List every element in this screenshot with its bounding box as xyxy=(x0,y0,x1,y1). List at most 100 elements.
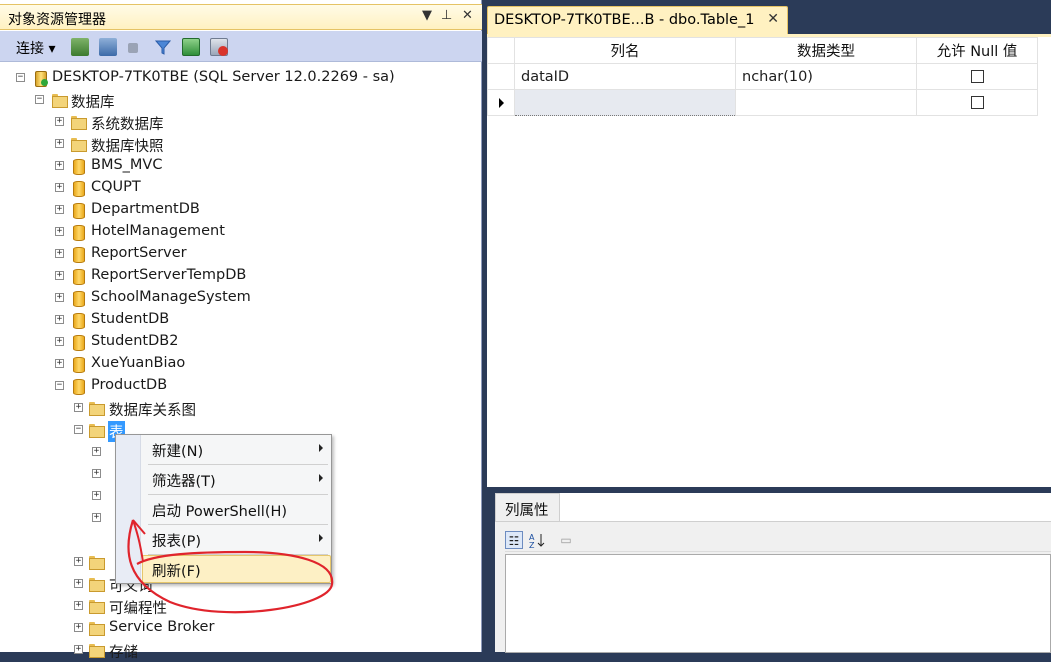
tree-node-databases[interactable]: − 数据库 xyxy=(33,89,233,111)
grid-header-row: 列名 数据类型 允许 Null 值 xyxy=(487,37,1038,64)
expand-icon[interactable]: + xyxy=(92,513,101,522)
column-properties-body: ☷ AZ ▭ xyxy=(495,521,1051,653)
column-name-cell[interactable]: dataID xyxy=(514,63,736,90)
expand-icon[interactable]: + xyxy=(74,601,83,610)
folder-icon xyxy=(88,554,105,570)
tree-node-item[interactable]: + BMS_MVC xyxy=(53,155,313,177)
column-properties-pane: 列属性 ☷ AZ ▭ xyxy=(495,493,1051,653)
column-name-cell[interactable] xyxy=(514,89,736,116)
allow-null-cell[interactable] xyxy=(916,63,1038,90)
table-row[interactable] xyxy=(487,89,1038,116)
tree-node-item[interactable]: + 系统数据库 xyxy=(53,111,313,133)
data-type-cell[interactable]: nchar(10) xyxy=(735,63,917,90)
tree-node-item[interactable]: + HotelManagement xyxy=(53,221,313,243)
allow-null-cell[interactable] xyxy=(916,89,1038,116)
row-header[interactable] xyxy=(487,89,515,116)
stop-icon[interactable] xyxy=(128,43,138,53)
table-designer: 列名 数据类型 允许 Null 值 dataID nchar(10) xyxy=(487,34,1051,487)
refresh-icon[interactable] xyxy=(182,38,200,56)
object-explorer-toolbar: 连接 ▾ xyxy=(0,31,482,62)
pin-icon[interactable]: ⊥ xyxy=(441,8,452,23)
allow-null-checkbox[interactable] xyxy=(970,96,984,109)
database-icon xyxy=(70,334,86,351)
tree-node-item[interactable]: + SchoolManageSystem xyxy=(53,287,313,309)
folder-icon xyxy=(70,114,87,130)
row-header-corner xyxy=(487,37,515,64)
object-explorer-pane: 对象资源管理器 ▼ ⊥ ✕ 连接 ▾ − DESKTOP-7TK0TBE (SQ… xyxy=(0,0,482,661)
tree-node-item[interactable]: + ReportServer xyxy=(53,243,313,265)
menu-item-filter[interactable]: 筛选器(T) xyxy=(142,465,331,493)
object-explorer-title: 对象资源管理器 xyxy=(8,12,106,28)
connect-server-icon[interactable] xyxy=(71,38,89,56)
database-icon xyxy=(70,378,86,395)
object-explorer-title-bar: 对象资源管理器 ▼ ⊥ ✕ xyxy=(0,4,482,30)
document-tab[interactable]: DESKTOP-7TK0TBE...B - dbo.Table_1 ✕ xyxy=(487,6,788,34)
row-header[interactable] xyxy=(487,63,515,90)
tab-column-properties[interactable]: 列属性 xyxy=(495,493,560,521)
expand-icon[interactable]: + xyxy=(92,491,101,500)
tree-node-server[interactable]: − DESKTOP-7TK0TBE (SQL Server 12.0.2269 … xyxy=(14,67,474,89)
expand-icon[interactable]: + xyxy=(55,139,64,148)
menu-item-reports[interactable]: 报表(P) xyxy=(142,525,331,553)
filter-icon[interactable] xyxy=(154,38,172,56)
expand-icon[interactable]: + xyxy=(74,557,83,566)
collapse-icon[interactable]: − xyxy=(74,425,83,434)
alphabetical-sort-icon[interactable]: AZ xyxy=(528,531,546,550)
expand-icon[interactable]: + xyxy=(55,271,64,280)
table-row[interactable]: dataID nchar(10) xyxy=(487,63,1038,90)
expand-icon[interactable]: + xyxy=(55,249,64,258)
tree-node-item[interactable]: + DepartmentDB xyxy=(53,199,313,221)
menu-item-new[interactable]: 新建(N) xyxy=(142,435,331,463)
disconnect-icon[interactable] xyxy=(99,38,117,56)
tree-node-item[interactable]: + StudentDB xyxy=(53,309,313,331)
expand-icon[interactable]: + xyxy=(55,227,64,236)
menu-item-start-powershell[interactable]: 启动 PowerShell(H) xyxy=(142,495,331,523)
allow-null-checkbox[interactable] xyxy=(970,70,984,83)
columns-grid: 列名 数据类型 允许 Null 值 dataID nchar(10) xyxy=(487,37,1038,116)
activity-monitor-icon[interactable] xyxy=(210,38,228,56)
expand-icon[interactable]: + xyxy=(55,183,64,192)
collapse-icon[interactable]: − xyxy=(16,73,25,82)
tree-node-programmability[interactable]: + 可编程性 xyxy=(72,595,272,617)
tree-node-item[interactable]: + StudentDB2 xyxy=(53,331,313,353)
tree-node-item[interactable]: + XueYuanBiao xyxy=(53,353,313,375)
svg-text:Z: Z xyxy=(529,541,535,549)
tree-node-item[interactable]: + ReportServerTempDB xyxy=(53,265,313,287)
connect-button[interactable]: 连接 ▾ xyxy=(16,38,55,58)
properties-toolbar: ☷ AZ ▭ xyxy=(505,528,1051,552)
expand-icon[interactable]: + xyxy=(55,161,64,170)
close-icon[interactable]: ✕ xyxy=(462,8,473,23)
collapse-icon[interactable]: − xyxy=(35,95,44,104)
expand-icon[interactable]: + xyxy=(74,623,83,632)
context-menu-gutter xyxy=(116,435,141,583)
menu-item-refresh[interactable]: 刷新(F) xyxy=(142,555,331,583)
submenu-arrow-icon xyxy=(319,444,323,452)
database-icon xyxy=(70,202,86,219)
tree-node-item[interactable]: + 数据库快照 xyxy=(53,133,313,155)
expand-icon[interactable]: + xyxy=(55,293,64,302)
tree-node-storage[interactable]: + 存储 xyxy=(72,639,272,661)
expand-icon[interactable]: + xyxy=(55,315,64,324)
collapse-icon[interactable]: − xyxy=(55,381,64,390)
expand-icon[interactable]: + xyxy=(55,117,64,126)
tree-node-item[interactable]: − ProductDB xyxy=(53,375,313,397)
expand-icon[interactable]: + xyxy=(55,205,64,214)
submenu-arrow-icon xyxy=(319,534,323,542)
tree-node-service-broker[interactable]: + Service Broker xyxy=(72,617,272,639)
expand-icon[interactable]: + xyxy=(55,359,64,368)
data-type-cell[interactable] xyxy=(735,89,917,116)
expand-icon[interactable]: + xyxy=(74,579,83,588)
dropdown-icon[interactable]: ▼ xyxy=(422,8,432,23)
expand-icon[interactable]: + xyxy=(92,469,101,478)
expand-icon[interactable]: + xyxy=(55,337,64,346)
expand-icon[interactable]: + xyxy=(74,645,83,654)
folder-icon xyxy=(88,598,105,614)
folder-icon xyxy=(88,576,105,592)
tree-node-diagrams[interactable]: + 数据库关系图 xyxy=(72,397,272,419)
tree-node-item[interactable]: + CQUPT xyxy=(53,177,313,199)
property-pages-icon[interactable]: ▭ xyxy=(557,531,575,549)
expand-icon[interactable]: + xyxy=(92,447,101,456)
close-tab-icon[interactable]: ✕ xyxy=(767,11,779,27)
expand-icon[interactable]: + xyxy=(74,403,83,412)
categorized-icon[interactable]: ☷ xyxy=(505,531,523,549)
